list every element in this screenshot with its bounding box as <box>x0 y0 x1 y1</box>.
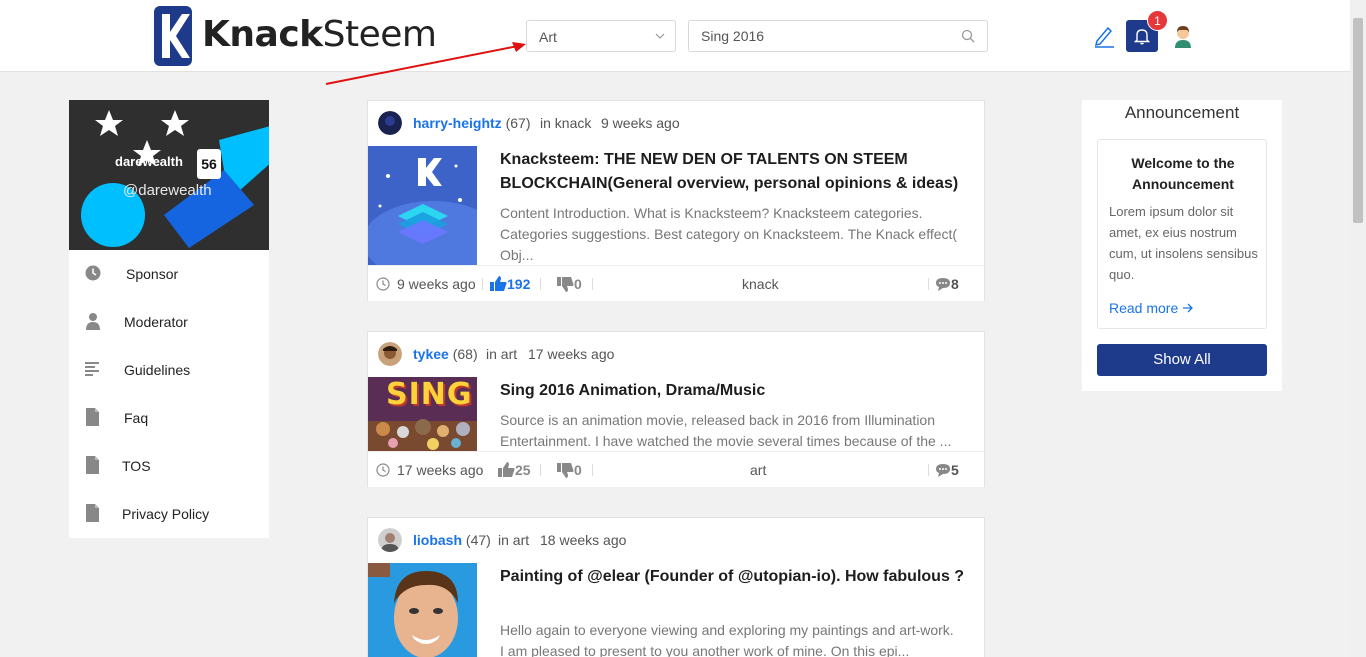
author-avatar-icon[interactable] <box>378 528 402 552</box>
show-all-button[interactable]: Show All <box>1097 344 1267 376</box>
post-footer-time: 17 weeks ago <box>397 462 484 478</box>
post-tag[interactable]: art <box>750 462 766 478</box>
search-icon[interactable] <box>961 29 975 43</box>
author-avatar-icon[interactable] <box>378 342 402 366</box>
post-time: 17 weeks ago <box>528 346 615 362</box>
user-avatar-icon[interactable] <box>1172 24 1194 48</box>
post-community[interactable]: in knack <box>540 115 591 131</box>
list-icon <box>85 362 99 376</box>
clock-icon <box>85 265 101 281</box>
page-scrollbar[interactable] <box>1350 0 1366 657</box>
post-thumbnail[interactable] <box>368 563 477 657</box>
sidebar-menu: Sponsor Moderator Guidelines Faq TOS Pri… <box>69 250 269 538</box>
comments-button[interactable]: 8 <box>935 276 959 292</box>
reputation-badge: 56 <box>197 149 221 179</box>
post-thumbnail[interactable]: SING <box>368 377 477 451</box>
profile-name: darewealth <box>115 154 183 169</box>
profile-handle: @darewealth <box>123 182 212 199</box>
upvote-button[interactable]: 192 <box>490 276 530 292</box>
post-thumbnail[interactable] <box>368 146 477 265</box>
sidebar-item-label: Privacy Policy <box>122 506 210 522</box>
top-header: KnackSteem Art 1 <box>0 0 1350 72</box>
profile-card[interactable]: darewealth 56 @darewealth <box>69 100 269 250</box>
comment-icon <box>936 278 950 291</box>
document-icon <box>86 504 99 522</box>
author-avatar-icon[interactable] <box>378 111 402 135</box>
profile-banner-graphic <box>81 110 269 248</box>
arrow-right-icon <box>1183 303 1194 313</box>
sidebar-item-label: TOS <box>122 458 151 474</box>
post-footer: 17 weeks ago 25 0 art 5 <box>368 451 984 487</box>
post-excerpt: Content Introduction. What is Knacksteem… <box>500 205 958 263</box>
downvote-button[interactable]: 0 <box>557 276 582 292</box>
post-card[interactable]: harry-heightz (67) in knack 9 weeks ago … <box>367 100 985 301</box>
sidebar-item-privacy-policy[interactable]: Privacy Policy <box>69 490 269 538</box>
category-select-value: Art <box>539 29 557 45</box>
announcement-card-title: Welcome to the Announcement <box>1131 155 1235 192</box>
post-title[interactable]: Painting of @elear (Founder of @utopian-… <box>500 565 970 589</box>
sidebar-item-moderator[interactable]: Moderator <box>69 298 269 346</box>
post-community[interactable]: in art <box>498 532 529 548</box>
sidebar-item-tos[interactable]: TOS <box>69 442 269 490</box>
announcement-card: Welcome to the Announcement Lorem ipsum … <box>1097 139 1267 329</box>
clock-icon <box>376 463 390 477</box>
announcement-panel-title: Announcement <box>1124 103 1240 122</box>
sidebar-item-label: Faq <box>124 410 149 426</box>
post-excerpt: Source is an animation movie, released b… <box>500 412 952 449</box>
user-icon <box>86 313 100 330</box>
post-footer-time: 9 weeks ago <box>397 276 476 292</box>
post-community[interactable]: in art <box>486 346 517 362</box>
downvote-button[interactable]: 0 <box>557 462 582 478</box>
post-tag[interactable]: knack <box>742 276 779 292</box>
announcement-body: Lorem ipsum dolor sit amet, ex eius nost… <box>1109 204 1258 282</box>
sidebar-item-label: Moderator <box>124 314 188 330</box>
bell-icon <box>1134 29 1150 45</box>
post-card[interactable]: tykee (68) in art 17 weeks ago SING Sing… <box>367 331 985 487</box>
document-icon <box>86 408 99 426</box>
sidebar-item-label: Guidelines <box>124 362 191 378</box>
category-select[interactable]: Art <box>526 20 676 52</box>
sidebar-item-sponsor[interactable]: Sponsor <box>69 250 269 298</box>
post-time: 18 weeks ago <box>540 532 627 548</box>
thumbs-up-icon <box>490 276 507 291</box>
notification-count-badge: 1 <box>1147 10 1168 31</box>
sidebar-item-faq[interactable]: Faq <box>69 394 269 442</box>
post-card[interactable]: liobash (47) in art 18 weeks ago Paintin… <box>367 517 985 657</box>
thumbnail-title: SING <box>386 377 473 412</box>
search-input[interactable] <box>689 21 939 51</box>
post-title[interactable]: Sing 2016 Animation, Drama/Music <box>500 379 970 403</box>
thumbs-down-icon <box>557 463 574 478</box>
author-link[interactable]: liobash (47) <box>413 532 491 548</box>
post-title[interactable]: Knacksteem: THE NEW DEN OF TALENTS ON ST… <box>500 148 970 196</box>
sidebar-item-label: Sponsor <box>126 266 179 282</box>
scrollbar-thumb[interactable] <box>1353 18 1363 223</box>
document-icon <box>86 456 99 474</box>
comment-icon <box>936 464 950 477</box>
annotation-arrow-icon <box>325 42 526 85</box>
post-time: 9 weeks ago <box>601 115 680 131</box>
author-link[interactable]: harry-heightz (67) <box>413 115 530 131</box>
author-link[interactable]: tykee (68) <box>413 346 478 362</box>
clock-icon <box>376 277 390 291</box>
upvote-button[interactable]: 25 <box>498 462 531 478</box>
thumbs-down-icon <box>557 277 574 292</box>
knacksteem-logo-icon[interactable] <box>154 6 192 66</box>
comments-button[interactable]: 5 <box>935 462 959 478</box>
chevron-down-icon <box>655 33 665 39</box>
sidebar-item-guidelines[interactable]: Guidelines <box>69 346 269 394</box>
post-excerpt: Hello again to everyone viewing and expl… <box>500 622 954 657</box>
write-post-pen-icon[interactable] <box>1093 24 1115 48</box>
announcement-panel: Announcement Welcome to the Announcement… <box>1082 100 1282 391</box>
thumbs-up-icon <box>498 462 515 477</box>
search-box[interactable] <box>688 20 988 52</box>
read-more-link[interactable]: Read more <box>1109 300 1194 316</box>
post-footer: 9 weeks ago 192 0 knack 8 <box>368 265 984 301</box>
